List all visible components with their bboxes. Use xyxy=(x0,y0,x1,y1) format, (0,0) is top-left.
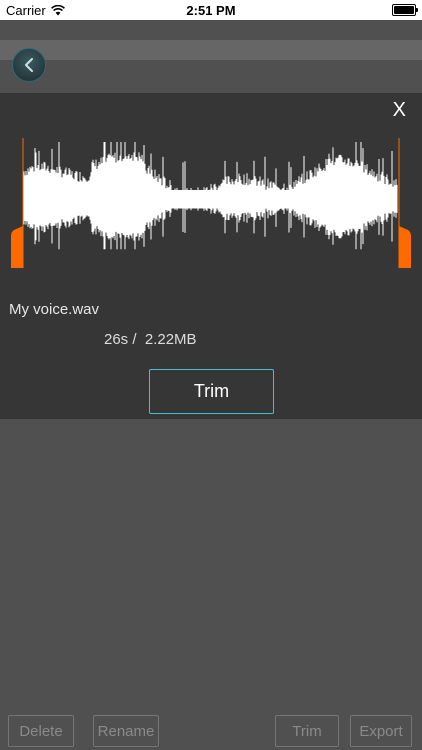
waveform[interactable] xyxy=(0,138,422,268)
battery-icon xyxy=(392,4,418,16)
bottom-toolbar: Delete Rename Trim Export xyxy=(0,713,422,749)
left-trim-handle xyxy=(11,226,23,268)
nav-bar xyxy=(0,20,422,92)
status-bar: Carrier 2:51 PM xyxy=(0,0,422,20)
trim-button[interactable]: Trim xyxy=(149,369,274,414)
trim-panel: X My voice.wav 26s / 2.22MB Trim xyxy=(0,93,422,419)
nav-strip xyxy=(0,40,422,60)
back-button[interactable] xyxy=(12,48,46,82)
rename-button[interactable]: Rename xyxy=(93,715,159,747)
chevron-left-icon xyxy=(25,58,33,72)
waveform-bars xyxy=(23,142,398,250)
file-info: 26s / 2.22MB xyxy=(104,331,197,348)
close-button[interactable]: X xyxy=(393,99,406,122)
right-trim-handle xyxy=(399,226,411,268)
file-name: My voice.wav xyxy=(9,301,100,318)
status-time: 2:51 PM xyxy=(186,3,236,18)
toolbar-trim-button[interactable]: Trim xyxy=(275,715,339,747)
delete-button[interactable]: Delete xyxy=(8,715,74,747)
export-button[interactable]: Export xyxy=(350,715,412,747)
